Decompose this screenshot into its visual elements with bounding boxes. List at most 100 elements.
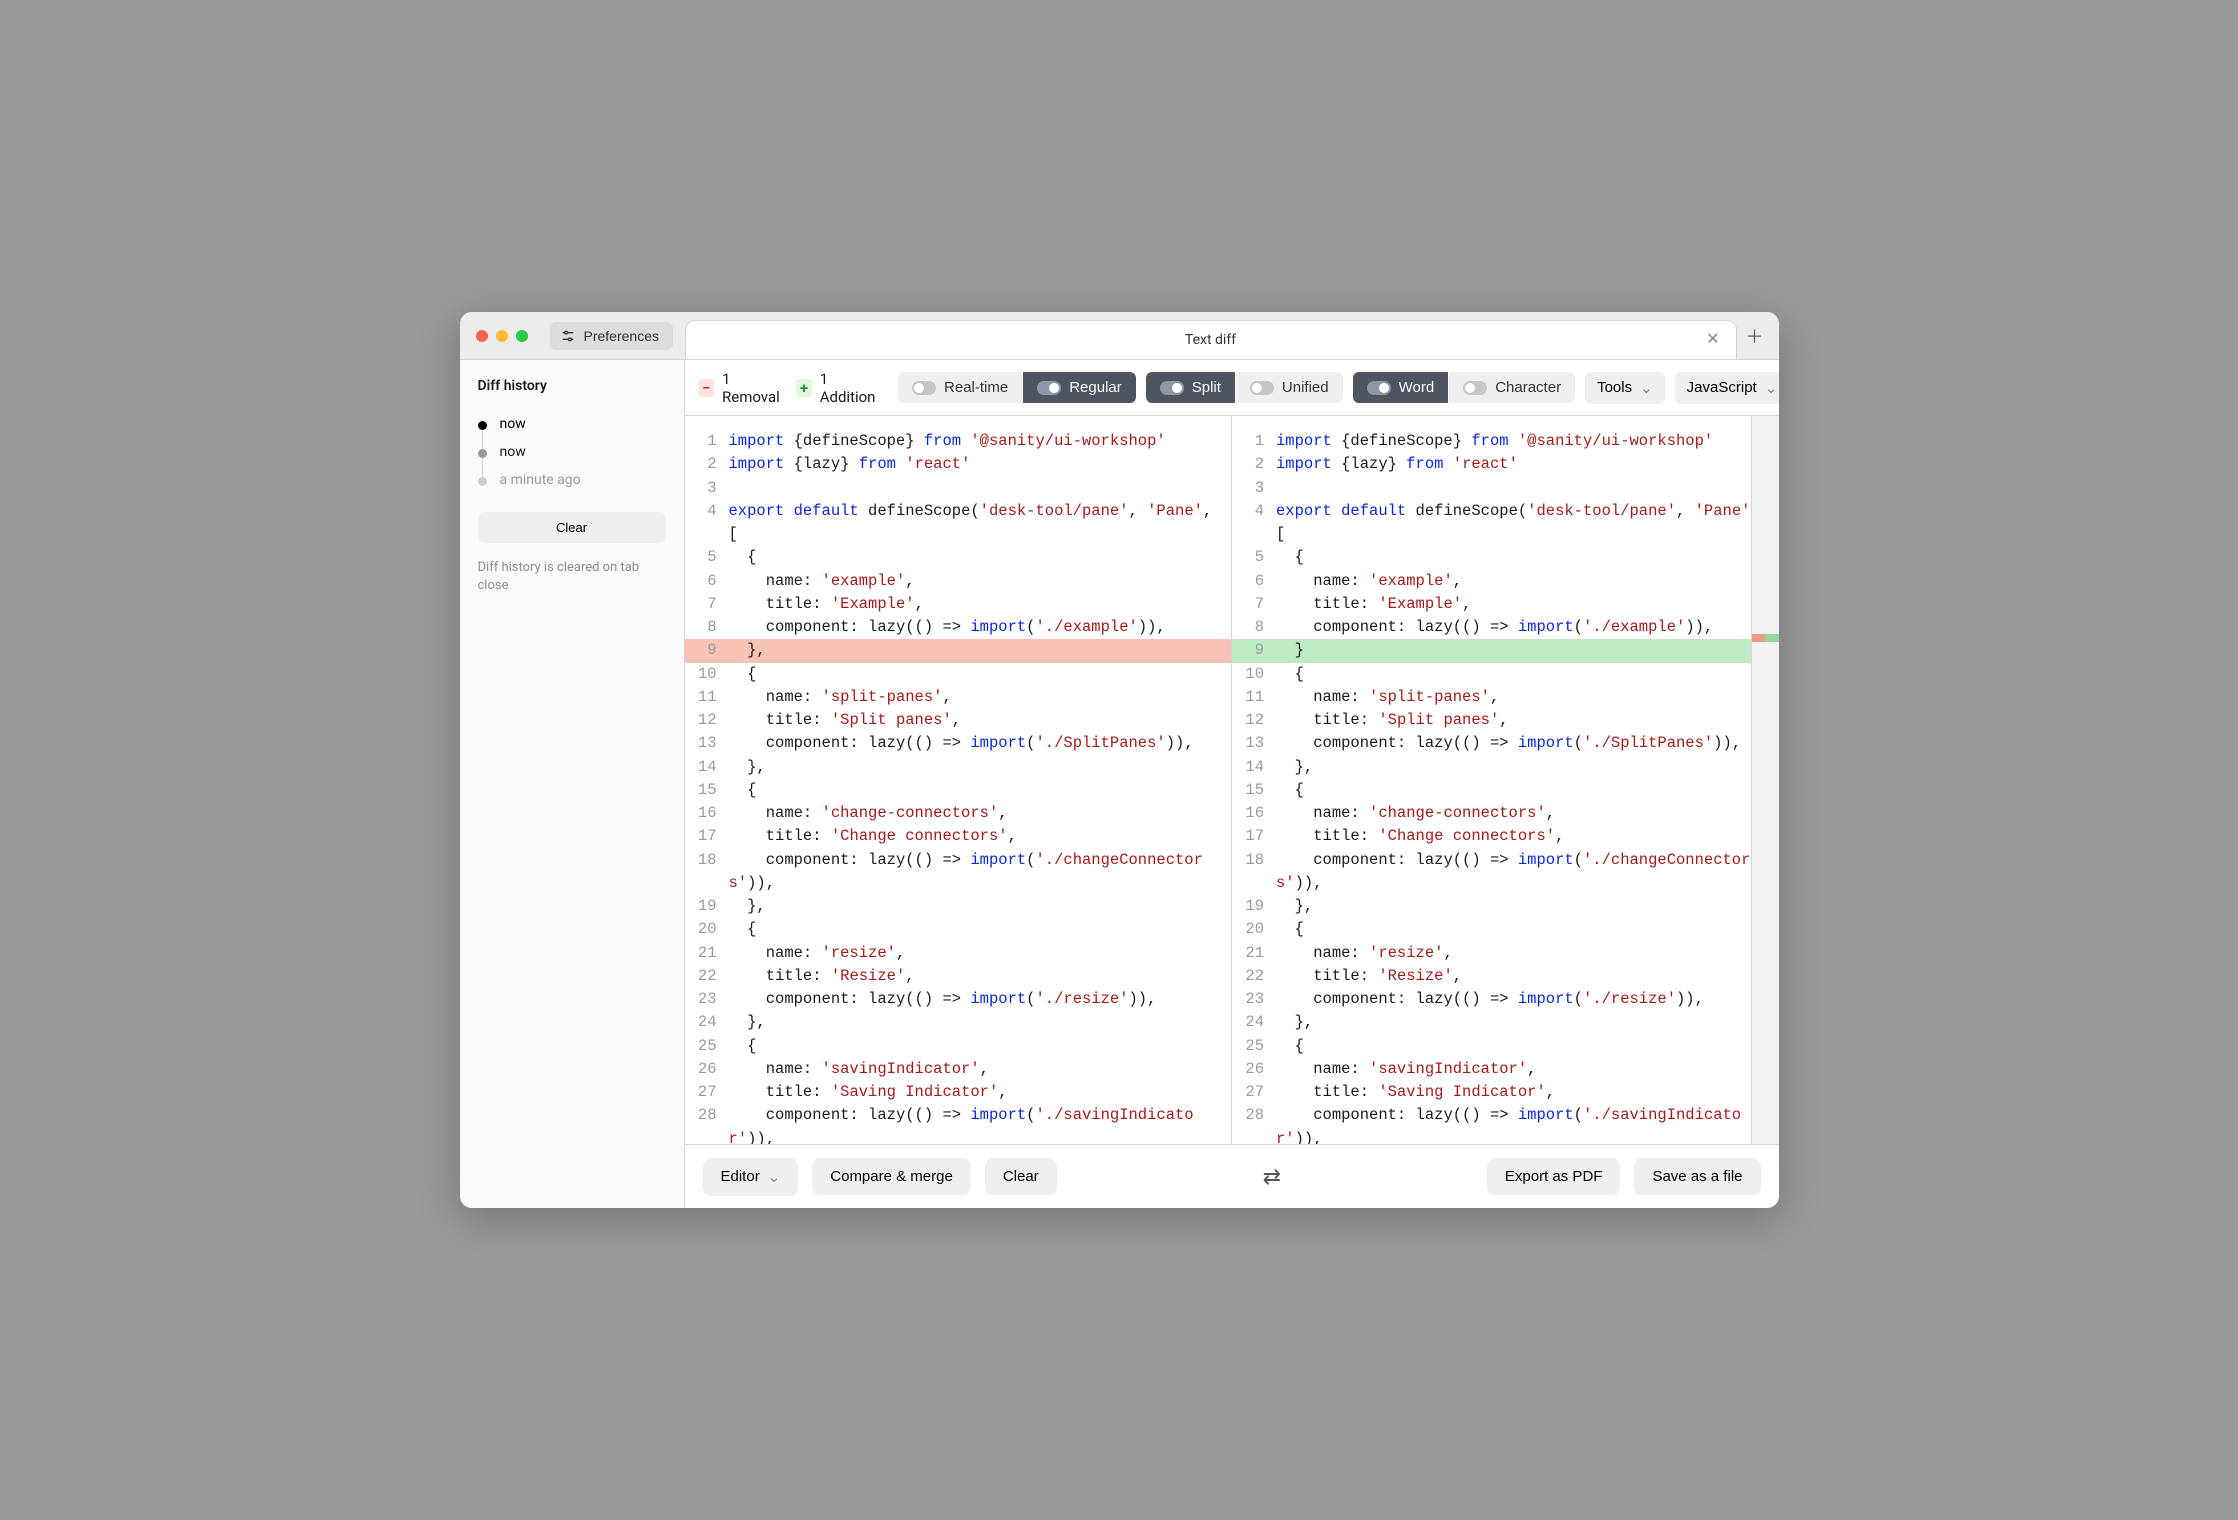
new-tab-button[interactable]: ＋ [1739, 320, 1771, 352]
line-number: 9 [1232, 639, 1276, 662]
tab-close-button[interactable]: ✕ [1702, 328, 1723, 352]
minimap-addition-mark [1765, 634, 1779, 642]
line-number: 10 [685, 663, 729, 686]
diff-minimap[interactable] [1751, 416, 1779, 1144]
code-line: 25 { [685, 1035, 1232, 1058]
line-content: }, [729, 756, 1232, 779]
split-label: Split [1192, 379, 1221, 396]
swap-sides-button[interactable]: ⇄ [1253, 1158, 1291, 1196]
minimize-window-button[interactable] [496, 330, 508, 342]
main-panel: − 1 Removal + 1 Addition Real-timeRegula… [685, 360, 1779, 1208]
line-number: 4 [685, 500, 729, 523]
compare-merge-button[interactable]: Compare & merge [812, 1158, 971, 1195]
code-line: 22 title: 'Resize', [685, 965, 1232, 988]
line-content: component: lazy(() => import('./changeCo… [1276, 849, 1779, 896]
toggle-icon [1037, 381, 1061, 395]
character-toggle[interactable]: Character [1448, 372, 1575, 403]
swap-arrows-icon: ⇄ [1263, 1164, 1281, 1189]
tools-label: Tools [1597, 379, 1632, 396]
history-item[interactable]: now [478, 438, 666, 466]
tools-dropdown[interactable]: Tools ⌄ [1585, 372, 1665, 404]
line-content: export default defineScope('desk-tool/pa… [1276, 500, 1779, 547]
regular-label: Regular [1069, 379, 1122, 396]
left-code: 1import {defineScope} from '@sanity/ui-w… [685, 416, 1232, 1144]
language-dropdown[interactable]: JavaScript ⌄ [1675, 372, 1779, 404]
code-line: 24 }, [1232, 1011, 1779, 1034]
footer-toolbar: Editor ⌄ Compare & merge Clear ⇄ Export … [685, 1144, 1779, 1208]
close-window-button[interactable] [476, 330, 488, 342]
code-line: 8 component: lazy(() => import('./exampl… [1232, 616, 1779, 639]
history-item[interactable]: now [478, 410, 666, 438]
code-line: 5 { [1232, 546, 1779, 569]
line-content: name: 'savingIndicator', [1276, 1058, 1779, 1081]
line-content: name: 'resize', [729, 942, 1232, 965]
code-line: 13 component: lazy(() => import('./Split… [685, 732, 1232, 755]
right-code: 1import {defineScope} from '@sanity/ui-w… [1232, 416, 1779, 1144]
line-number: 1 [685, 430, 729, 453]
line-content: }, [1276, 756, 1779, 779]
line-number: 21 [685, 942, 729, 965]
code-line: 13 component: lazy(() => import('./Split… [1232, 732, 1779, 755]
code-line: 28 component: lazy(() => import('./savin… [1232, 1104, 1779, 1144]
code-line: 2import {lazy} from 'react' [1232, 453, 1779, 476]
tab-title: Text diff [1185, 332, 1236, 348]
code-line: 20 { [685, 918, 1232, 941]
realtime-toggle[interactable]: Real-time [898, 372, 1022, 403]
line-number: 24 [1232, 1011, 1276, 1034]
history-item[interactable]: a minute ago [478, 466, 666, 494]
line-content: }, [1276, 895, 1779, 918]
clear-button[interactable]: Clear [985, 1158, 1057, 1195]
line-number: 14 [685, 756, 729, 779]
zoom-window-button[interactable] [516, 330, 528, 342]
unified-toggle[interactable]: Unified [1235, 372, 1343, 403]
toggle-icon [1160, 381, 1184, 395]
code-line: 15 { [1232, 779, 1779, 802]
split-toggle[interactable]: Split [1146, 372, 1235, 403]
app-window: Preferences Text diff ✕ ＋ Diff history n… [460, 312, 1779, 1208]
code-line: 17 title: 'Change connectors', [685, 825, 1232, 848]
history-note: Diff history is cleared on tab close [478, 559, 666, 595]
code-line: 4export default defineScope('desk-tool/p… [1232, 500, 1779, 547]
code-line: 12 title: 'Split panes', [685, 709, 1232, 732]
code-line: 3 [1232, 477, 1779, 500]
regular-toggle[interactable]: Regular [1022, 372, 1136, 403]
code-line: 27 title: 'Saving Indicator', [685, 1081, 1232, 1104]
tab-text-diff[interactable]: Text diff ✕ [685, 320, 1737, 359]
line-content: title: 'Example', [1276, 593, 1779, 616]
line-content: { [729, 918, 1232, 941]
code-line: 20 { [1232, 918, 1779, 941]
save-as-file-button[interactable]: Save as a file [1634, 1158, 1760, 1195]
window-controls [460, 330, 528, 342]
clear-history-button[interactable]: Clear [478, 512, 666, 543]
code-line: 3 [685, 477, 1232, 500]
chevron-down-icon: ⌄ [768, 1168, 781, 1186]
line-content: title: 'Change connectors', [1276, 825, 1779, 848]
line-number: 17 [1232, 825, 1276, 848]
line-content: component: lazy(() => import('./resize')… [1276, 988, 1779, 1011]
toggle-icon [1250, 381, 1274, 395]
line-content: component: lazy(() => import('./example'… [1276, 616, 1779, 639]
line-content: { [729, 779, 1232, 802]
line-number: 19 [685, 895, 729, 918]
language-label: JavaScript [1687, 379, 1757, 396]
word-toggle[interactable]: Word [1353, 372, 1449, 403]
granularity-toggle-group: WordCharacter [1353, 372, 1575, 403]
line-content: name: 'example', [729, 570, 1232, 593]
removals-count: − 1 Removal [699, 370, 783, 406]
line-number: 27 [685, 1081, 729, 1104]
export-pdf-button[interactable]: Export as PDF [1487, 1158, 1621, 1195]
editor-dropdown[interactable]: Editor ⌄ [703, 1158, 799, 1196]
sliders-icon [560, 328, 576, 344]
code-line: 17 title: 'Change connectors', [1232, 825, 1779, 848]
code-line: 24 }, [685, 1011, 1232, 1034]
minimap-removal-mark [1752, 634, 1766, 642]
code-line: 23 component: lazy(() => import('./resiz… [1232, 988, 1779, 1011]
right-pane[interactable]: 1import {defineScope} from '@sanity/ui-w… [1231, 416, 1779, 1144]
line-number: 19 [1232, 895, 1276, 918]
left-pane[interactable]: 1import {defineScope} from '@sanity/ui-w… [685, 416, 1232, 1144]
code-line: 27 title: 'Saving Indicator', [1232, 1081, 1779, 1104]
line-number: 5 [685, 546, 729, 569]
preferences-button[interactable]: Preferences [550, 322, 673, 350]
toggle-icon [912, 381, 936, 395]
line-number: 12 [685, 709, 729, 732]
